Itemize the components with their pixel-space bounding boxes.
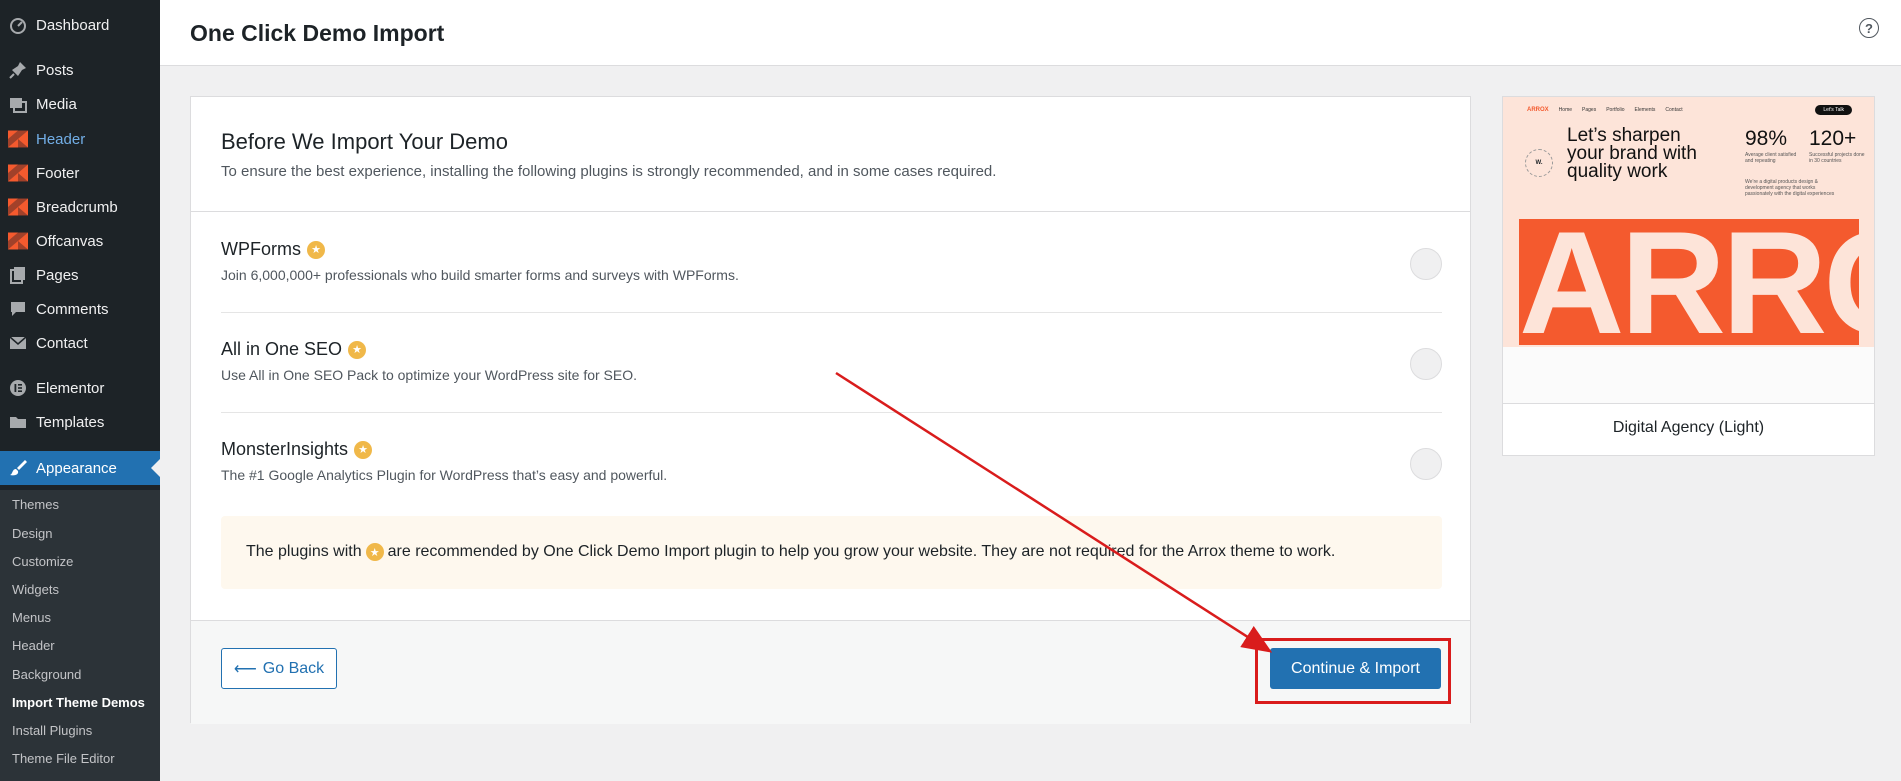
submenu-item-widgets[interactable]: Widgets [12, 582, 59, 597]
preview-nav-item: Elements [1634, 107, 1656, 113]
go-back-button[interactable]: ⟵ Go Back [221, 648, 337, 689]
sidebar-item-pages[interactable]: Pages [0, 258, 160, 292]
preview-nav-item: Pages [1582, 107, 1597, 113]
pin-icon [0, 60, 36, 80]
plugin-name: WPForms [221, 239, 301, 259]
preview-nav-item: Home [1558, 107, 1573, 113]
submenu-item-theme-file-editor[interactable]: Theme File Editor [12, 751, 115, 766]
brand-icon [0, 163, 36, 183]
submenu-item-themes[interactable]: Themes [12, 497, 59, 512]
recommendation-notice: The plugins with ★ are recommended by On… [221, 516, 1442, 589]
sidebar-item-appearance[interactable]: Appearance [0, 451, 160, 485]
sidebar-item-offcanvas[interactable]: Offcanvas [0, 224, 160, 258]
card-description: To ensure the best experience, installin… [221, 163, 997, 180]
annotation-highlight-box [1255, 638, 1451, 704]
submenu-item-header[interactable]: Header [12, 638, 55, 653]
plugin-toggle-wpforms[interactable] [1410, 248, 1442, 280]
folder-icon [0, 412, 36, 432]
preview-logo: ARROX [1527, 107, 1549, 113]
preview-stat: 120+ [1809, 127, 1857, 150]
brush-icon [0, 458, 36, 478]
notice-text-after: are recommended by One Click Demo Import… [387, 543, 1336, 560]
star-icon: ★ [307, 240, 325, 259]
demo-preview-card[interactable]: ARROX Home Pages Portfolio Elements Cont… [1502, 96, 1875, 456]
submenu-item-design[interactable]: Design [12, 526, 52, 541]
preview-stat: 98% [1745, 127, 1788, 150]
preview-hero-text: ARROX [1519, 201, 1874, 364]
submenu-item-menus[interactable]: Menus [12, 610, 51, 625]
star-icon: ★ [348, 340, 367, 359]
plugin-row-wpforms: WPForms ★ Join 6,000,000+ professionals … [221, 213, 1442, 313]
sidebar-item-posts[interactable]: Posts [0, 53, 160, 87]
pages-icon [0, 265, 36, 285]
preview-cta: Let's Talk [1815, 105, 1852, 115]
plugin-description: Join 6,000,000+ professionals who build … [221, 267, 739, 283]
mail-icon [0, 333, 36, 353]
preview-nav-item: Contact [1665, 107, 1683, 113]
go-back-label: Go Back [262, 659, 325, 677]
page-title: One Click Demo Import [190, 20, 445, 46]
brand-icon [0, 197, 36, 217]
preview-nav-item: Portfolio [1606, 107, 1625, 113]
plugin-row-all-in-one-seo: All in One SEO ★ Use All in One SEO Pack… [221, 313, 1442, 413]
plugin-description: Use All in One SEO Pack to optimize your… [221, 367, 638, 383]
media-icon [0, 94, 36, 114]
preview-stat-caption: Average client satisfied and repeating [1745, 152, 1797, 164]
comments-icon [0, 299, 36, 319]
sidebar-item-templates[interactable]: Templates [0, 405, 160, 439]
preview-strip [1503, 347, 1874, 403]
star-icon: ★ [354, 440, 373, 459]
page-header: One Click Demo Import ? [160, 0, 1901, 66]
submenu-item-background[interactable]: Background [12, 667, 81, 682]
sidebar-item-elementor[interactable]: Elementor [0, 371, 160, 405]
preview-stat-caption: Successful projects done in 30 countries [1809, 152, 1865, 164]
plugin-name: All in One SEO [221, 339, 343, 359]
plugin-row-monsterinsights: MonsterInsights ★ The #1 Google Analytic… [221, 413, 1442, 513]
preview-nav: ARROX Home Pages Portfolio Elements Cont… [1527, 103, 1852, 117]
brand-icon [0, 231, 36, 251]
demo-title: Digital Agency (Light) [1612, 419, 1765, 436]
plugin-name: MonsterInsights [221, 439, 349, 459]
sidebar-item-media[interactable]: Media [0, 87, 160, 121]
card-header: Before We Import Your Demo To ensure the… [191, 97, 1470, 212]
sidebar-item-contact[interactable]: Contact [0, 326, 160, 360]
submenu-item-import-theme-demos[interactable]: Import Theme Demos [12, 695, 145, 710]
submenu-item-install-plugins[interactable]: Install Plugins [12, 723, 92, 738]
plugin-toggle-all-in-one-seo[interactable] [1410, 348, 1442, 380]
sidebar-item-breadcrumb[interactable]: Breadcrumb [0, 190, 160, 224]
help-icon[interactable]: ? [1859, 18, 1879, 38]
preview-headline: Let’s sharpen your brand with quality wo… [1567, 125, 1697, 182]
sidebar-item-dashboard[interactable]: Dashboard [0, 8, 160, 42]
appearance-submenu: Themes Design Customize Widgets Menus He… [0, 490, 160, 781]
import-card: Before We Import Your Demo To ensure the… [190, 96, 1471, 724]
submenu-item-customize[interactable]: Customize [12, 554, 73, 569]
admin-sidebar: Dashboard Posts Media Header Footer Brea… [0, 0, 160, 781]
brand-icon [0, 129, 36, 149]
preview-paragraph: We’re a digital products design & develo… [1745, 179, 1835, 197]
dashboard-icon [0, 15, 36, 35]
preview-hero-banner: ARROX [1519, 201, 1874, 364]
star-icon: ★ [365, 543, 384, 561]
sidebar-item-footer[interactable]: Footer [0, 156, 160, 190]
card-title: Before We Import Your Demo [221, 129, 508, 154]
arrow-left-icon: ⟵ [233, 660, 257, 678]
preview-seal: W. [1525, 149, 1553, 177]
notice-text-before: The plugins with [246, 543, 362, 560]
sidebar-item-comments[interactable]: Comments [0, 292, 160, 326]
elementor-icon [0, 378, 36, 398]
plugin-description: The #1 Google Analytics Plugin for WordP… [221, 467, 668, 483]
demo-preview-image: ARROX Home Pages Portfolio Elements Cont… [1503, 97, 1874, 404]
plugin-toggle-monsterinsights[interactable] [1410, 448, 1442, 480]
sidebar-item-header[interactable]: Header [0, 122, 160, 156]
